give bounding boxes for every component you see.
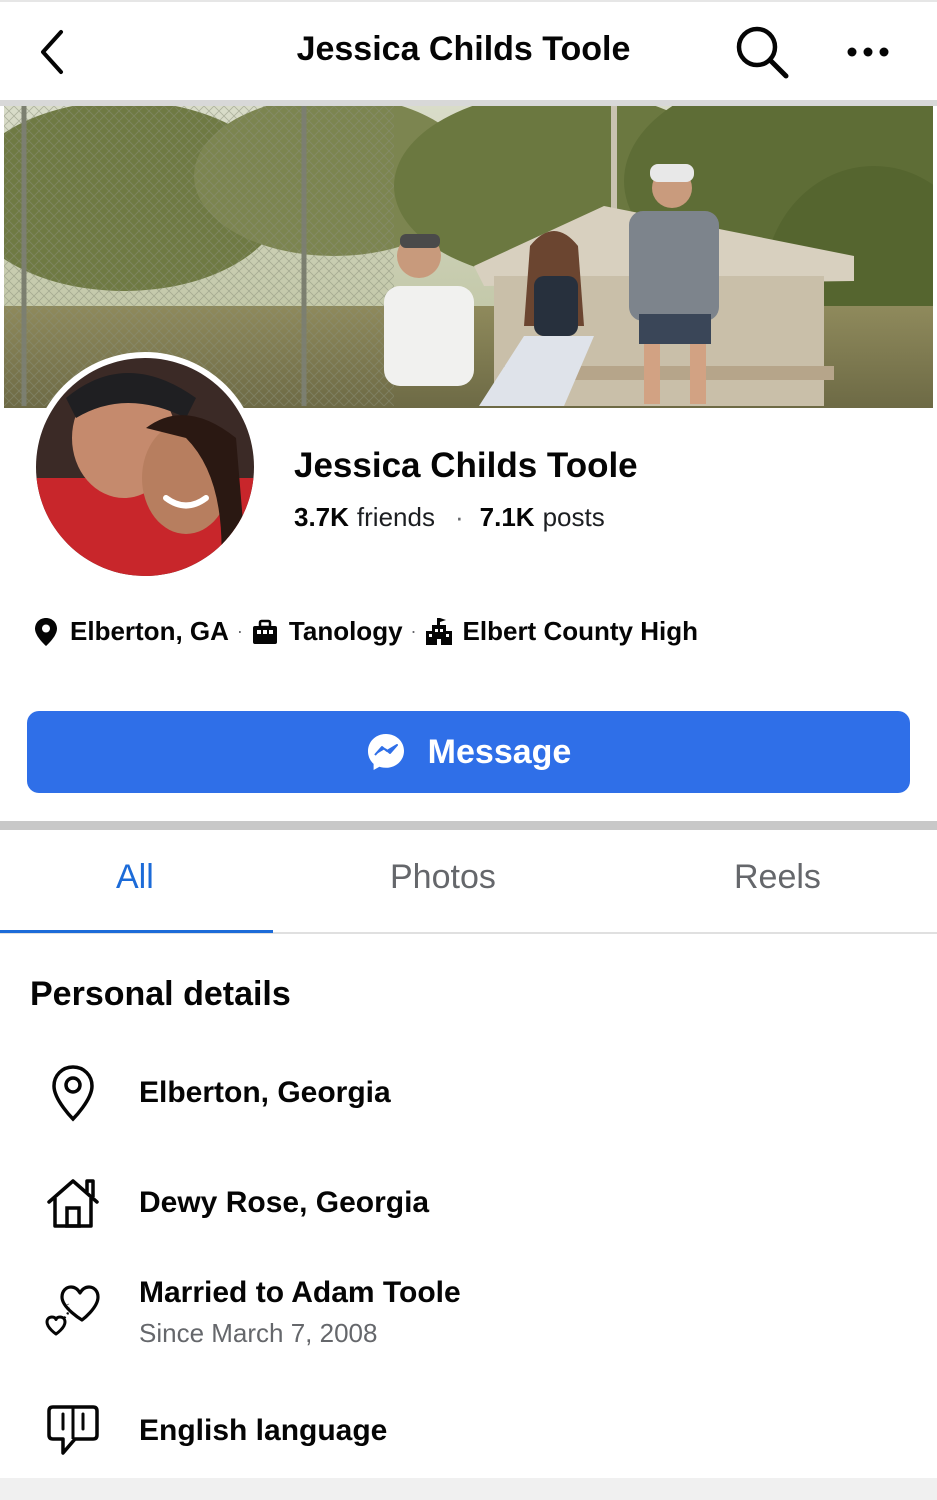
intro-separator: · — [410, 621, 417, 641]
detail-text: Elberton, Georgia — [139, 1076, 391, 1109]
top-bar: Jessica Childs Toole — [0, 0, 937, 102]
briefcase-icon — [251, 617, 279, 647]
location-pin-icon — [32, 617, 60, 647]
more-button[interactable] — [838, 28, 898, 76]
detail-text: English language — [139, 1414, 388, 1447]
tab-all[interactable]: All — [116, 858, 154, 897]
intro-row: Elberton, GA · Tanology · Elbert County … — [32, 616, 698, 647]
detail-item-language[interactable]: English language — [40, 1398, 387, 1464]
friends-count[interactable]: 3.7K — [294, 502, 349, 533]
message-button[interactable]: Message — [27, 711, 910, 793]
intro-work[interactable]: Tanology — [289, 616, 403, 647]
avatar-image — [36, 358, 254, 576]
bottom-strip — [0, 1478, 937, 1500]
friends-label[interactable]: friends — [357, 502, 435, 533]
personal-details-title: Personal details — [30, 975, 291, 1013]
ellipsis-icon — [847, 47, 889, 57]
detail-item-current-city[interactable]: Elberton, Georgia — [40, 1060, 391, 1126]
tab-photos[interactable]: Photos — [390, 858, 496, 897]
detail-text: Married to Adam Toole — [139, 1276, 461, 1309]
messenger-icon — [367, 734, 404, 770]
detail-subtext: Since March 7, 2008 — [139, 1318, 378, 1348]
profile-tabs: All Photos Reels — [0, 830, 937, 934]
intro-school[interactable]: Elbert County High — [463, 616, 698, 647]
search-icon — [736, 26, 789, 79]
home-icon — [40, 1170, 106, 1236]
tab-reels[interactable]: Reels — [734, 858, 821, 897]
posts-label: posts — [542, 502, 605, 532]
detail-item-relationship[interactable]: Married to Adam Toole Since March 7, 200… — [40, 1276, 461, 1348]
stats-separator: · — [454, 502, 464, 532]
message-button-label: Message — [427, 732, 572, 771]
hearts-icon — [40, 1276, 106, 1342]
section-divider — [0, 821, 937, 830]
speech-bubble-icon — [40, 1398, 106, 1464]
profile-stats: 3.7K friends · 7.1K posts — [294, 502, 609, 533]
intro-separator: · — [236, 621, 243, 641]
detail-item-hometown[interactable]: Dewy Rose, Georgia — [40, 1170, 429, 1236]
search-button[interactable] — [732, 22, 792, 82]
detail-text: Dewy Rose, Georgia — [139, 1186, 430, 1219]
school-icon — [425, 617, 453, 647]
profile-avatar[interactable] — [30, 352, 260, 582]
posts-count: 7.1K — [479, 502, 535, 532]
page-title: Jessica Childs Toole — [296, 30, 631, 68]
location-pin-icon — [40, 1060, 106, 1126]
profile-name: Jessica Childs Toole — [294, 446, 638, 485]
intro-location[interactable]: Elberton, GA — [70, 616, 229, 647]
active-tab-indicator — [0, 930, 273, 933]
